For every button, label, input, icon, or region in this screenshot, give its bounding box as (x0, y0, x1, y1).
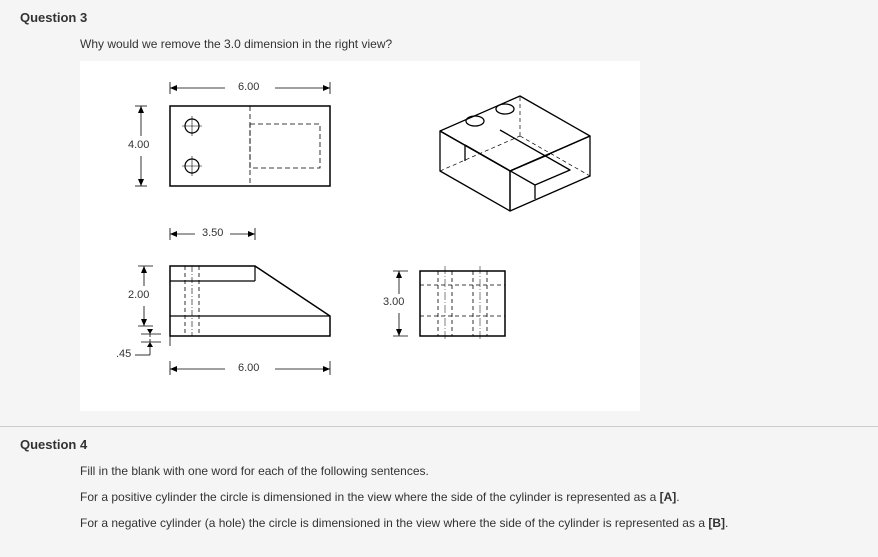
question-4: Question 4 Fill in the blank with one wo… (0, 427, 878, 557)
question-3-body: Why would we remove the 3.0 dimension in… (20, 37, 858, 411)
dim-front-ledge-label: .45 (116, 348, 131, 360)
question-3-title: Question 3 (20, 10, 858, 25)
isometric-view (420, 81, 620, 221)
q4-sentence-a-end: . (676, 490, 679, 504)
dim-front-width-label: 6.00 (238, 362, 259, 374)
q4-sentence-a: For a positive cylinder the circle is di… (80, 490, 858, 504)
q4-sentence-a-text: For a positive cylinder the circle is di… (80, 490, 660, 504)
dim-front-ledge (135, 329, 165, 357)
dim-right-height-label: 3.00 (383, 296, 404, 308)
q4-sentence-b: For a negative cylinder (a hole) the cir… (80, 516, 858, 530)
dim-top-width-label: 6.00 (238, 81, 259, 93)
question-3: Question 3 Why would we remove the 3.0 d… (0, 0, 878, 426)
q4-sentence-b-end: . (725, 516, 728, 530)
question-4-body: Fill in the blank with one word for each… (20, 464, 858, 530)
question-3-prompt: Why would we remove the 3.0 dimension in… (80, 37, 858, 51)
right-view (410, 266, 520, 346)
q4-blank-b[interactable]: [B] (708, 516, 725, 530)
dim-top-height-label: 4.00 (128, 139, 149, 151)
engineering-drawing: 6.00 4.00 3.50 (80, 61, 640, 411)
top-view (150, 96, 350, 196)
question-4-title: Question 4 (20, 437, 858, 452)
dim-mid-width-label: 3.50 (202, 227, 223, 239)
q4-instructions: Fill in the blank with one word for each… (80, 464, 858, 478)
front-view (165, 256, 345, 351)
q4-sentence-b-text: For a negative cylinder (a hole) the cir… (80, 516, 708, 530)
dim-front-height-label: 2.00 (128, 289, 149, 301)
q4-blank-a[interactable]: [A] (660, 490, 677, 504)
